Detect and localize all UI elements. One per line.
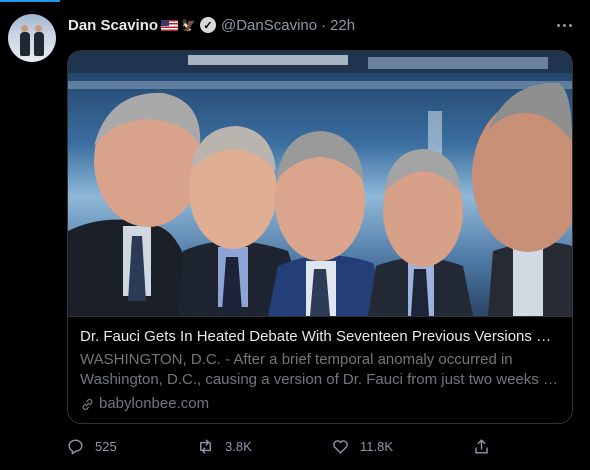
- avatar[interactable]: [8, 14, 56, 62]
- share-button[interactable]: [472, 434, 501, 458]
- separator-dot: ·: [321, 16, 327, 34]
- card-description-line: WASHINGTON, D.C. - After a brief tempora…: [80, 351, 513, 368]
- author-handle[interactable]: @DanScavino: [221, 17, 317, 34]
- tweet-actions: 525 3.8K 11.8K: [66, 434, 506, 458]
- avatar-figure: [20, 32, 30, 56]
- link-card[interactable]: Dr. Fauci Gets In Heated Debate With Sev…: [67, 50, 573, 424]
- more-options-icon[interactable]: [552, 13, 576, 37]
- author-name[interactable]: Dan Scavino: [68, 17, 158, 34]
- verified-badge-icon: ✓: [199, 17, 216, 33]
- avatar-figure-head: [35, 25, 42, 32]
- retweet-count: 3.8K: [225, 438, 252, 454]
- heart-icon: [333, 439, 348, 454]
- reply-count: 525: [95, 438, 117, 454]
- card-domain-text: babylonbee.com: [99, 395, 210, 412]
- card-title[interactable]: Dr. Fauci Gets In Heated Debate With Sev…: [80, 327, 560, 347]
- card-body[interactable]: Dr. Fauci Gets In Heated Debate With Sev…: [68, 316, 572, 423]
- avatar-figure: [34, 32, 44, 56]
- card-description: WASHINGTON, D.C. - After a brief tempora…: [80, 350, 560, 390]
- reply-button[interactable]: 525: [66, 434, 117, 458]
- retweet-button[interactable]: 3.8K: [196, 434, 252, 458]
- top-accent-bar: [0, 0, 60, 2]
- reply-icon: [68, 438, 83, 454]
- like-button[interactable]: 11.8K: [331, 434, 393, 458]
- card-image[interactable]: [68, 51, 572, 316]
- eagle-icon: 🦅: [181, 18, 196, 32]
- card-domain[interactable]: babylonbee.com: [80, 394, 560, 414]
- card-description-line: Washington, D.C., causing a version of D…: [80, 371, 560, 388]
- share-icon: [475, 438, 488, 454]
- retweet-icon: [200, 438, 211, 454]
- link-icon: [82, 398, 93, 410]
- tweet-timestamp[interactable]: 22h: [330, 17, 355, 34]
- like-count: 11.8K: [360, 438, 394, 454]
- avatar-figure-head: [21, 25, 28, 32]
- us-flag-icon: [161, 19, 179, 31]
- card-image-illustration: [68, 51, 572, 316]
- tweet-header: Dan Scavino 🦅 ✓ @DanScavino · 22h: [68, 15, 355, 35]
